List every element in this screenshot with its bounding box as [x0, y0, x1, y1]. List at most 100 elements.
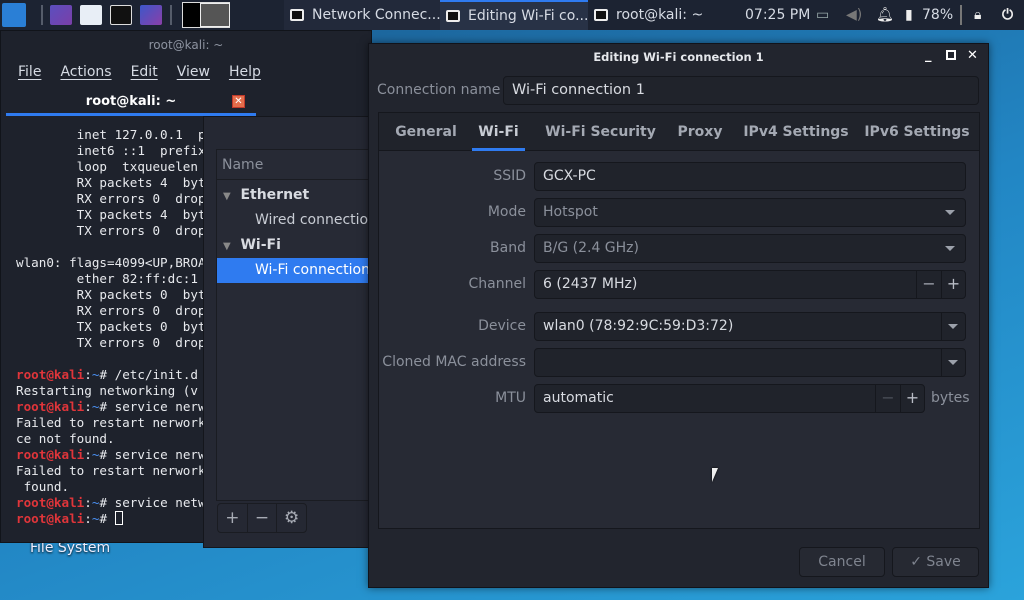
- close-tab-icon[interactable]: ✕: [232, 95, 245, 108]
- mode-label: Mode: [487, 204, 526, 220]
- volume-icon[interactable]: ◀): [846, 0, 862, 30]
- notification-bell-icon[interactable]: 🔔︎: [876, 0, 894, 30]
- kali-menu-icon[interactable]: [2, 3, 26, 27]
- chevron-down-icon: [948, 324, 958, 329]
- tab-general[interactable]: General: [389, 113, 463, 151]
- cancel-button[interactable]: Cancel: [799, 547, 885, 577]
- list-item-selected[interactable]: Wi-Fi connection 1: [217, 258, 385, 283]
- line-text: RX packets 0 bytes: [16, 287, 221, 302]
- prompt-user: root@kali: [16, 495, 85, 510]
- display-icon[interactable]: ▭: [816, 0, 829, 30]
- band-dropdown[interactable]: B/G (2.4 GHz): [534, 234, 966, 263]
- save-button[interactable]: ✓ Save: [892, 547, 979, 577]
- mode-dropdown[interactable]: Hotspot: [534, 198, 966, 227]
- menu-edit[interactable]: Edit: [131, 64, 158, 80]
- group-wifi[interactable]: ▼ Wi-Fi: [217, 233, 385, 258]
- tab-wifi-security[interactable]: Wi-Fi Security: [543, 113, 658, 151]
- separator: [41, 5, 43, 25]
- line-text: loop txqueuelen: [16, 159, 198, 174]
- line-text: TX packets 0 bytes: [16, 319, 221, 334]
- workspace-switcher[interactable]: [182, 2, 230, 28]
- tab-bar: General Wi-Fi Wi-Fi Security Proxy IPv4 …: [379, 113, 979, 151]
- chevron-down-icon: [945, 210, 955, 215]
- close-icon[interactable]: ✕: [967, 48, 978, 63]
- mtu-increment-button[interactable]: +: [900, 385, 924, 412]
- device-label: Device: [478, 318, 526, 334]
- chevron-down-icon: [948, 360, 958, 365]
- terminal-tab[interactable]: root@kali: ~: [6, 92, 256, 116]
- separator: [960, 5, 962, 25]
- task-terminal[interactable]: root@kali: ~: [588, 0, 708, 30]
- tab-proxy[interactable]: Proxy: [672, 113, 728, 151]
- band-label: Band: [490, 240, 526, 256]
- tab-ipv6-settings[interactable]: IPv6 Settings: [861, 113, 973, 151]
- task-editing-wifi[interactable]: Editing Wi-Fi co...: [440, 0, 588, 30]
- line-text: RX packets 4 bytes: [16, 175, 221, 190]
- list-toolbar: + − ⚙: [217, 503, 307, 533]
- screen-recorder-icon[interactable]: [140, 5, 162, 25]
- edit-connection-dialog: Editing Wi-Fi connection 1 _ ✕ Connectio…: [368, 43, 989, 588]
- separator: [170, 5, 172, 25]
- connection-name-input[interactable]: Wi-Fi connection 1: [503, 76, 979, 105]
- terminal-icon: [594, 9, 608, 21]
- menu-file[interactable]: File: [18, 64, 41, 80]
- line-text: /etc/init.d: [107, 367, 199, 382]
- device-combo[interactable]: wlan0 (78:92:9C:59:D3:72): [534, 312, 966, 341]
- mtu-decrement-button[interactable]: −: [875, 385, 900, 412]
- mtu-label: MTU: [495, 390, 526, 406]
- file-manager-icon[interactable]: [80, 5, 102, 25]
- channel-label: Channel: [468, 276, 526, 292]
- column-header-name[interactable]: Name: [217, 150, 385, 180]
- line-text: TX packets 4 bytes: [16, 207, 221, 222]
- group-ethernet[interactable]: ▼ Ethernet: [217, 183, 385, 208]
- ssid-label: SSID: [493, 168, 526, 184]
- battery-percent: 78%: [922, 7, 954, 23]
- clock[interactable]: 07:25 PM: [745, 0, 810, 30]
- list-item[interactable]: Wired connection 1: [217, 208, 390, 233]
- dialog-title: Editing Wi-Fi connection 1: [593, 50, 764, 64]
- line-text: Failed to restart nerwork: [16, 463, 206, 478]
- minimize-icon[interactable]: _: [925, 48, 932, 63]
- menu-view[interactable]: View: [177, 64, 210, 80]
- text-cursor: [114, 511, 123, 525]
- prompt-user: root@kali: [16, 447, 85, 462]
- prompt-user: root@kali: [16, 367, 85, 382]
- line-text: Failed to restart nerworking: [16, 415, 229, 430]
- cloned-mac-combo[interactable]: [534, 348, 966, 377]
- menu-actions[interactable]: Actions: [60, 64, 111, 80]
- line-text: TX errors 0 dropped: [16, 223, 229, 238]
- line-text: TX errors 0 dropped: [16, 335, 229, 350]
- terminal-icon[interactable]: [110, 5, 132, 25]
- lock-icon[interactable]: 🔒︎: [974, 0, 981, 30]
- network-icon: [290, 9, 304, 21]
- add-connection-button[interactable]: +: [218, 504, 248, 532]
- menu-help[interactable]: Help: [229, 64, 261, 80]
- remove-connection-button[interactable]: −: [248, 504, 278, 532]
- mtu-spinbutton[interactable]: automatic − +: [534, 384, 925, 413]
- channel-spinbutton[interactable]: 6 (2437 MHz) − +: [534, 270, 966, 299]
- cloned-mac-label: Cloned MAC address: [382, 354, 526, 370]
- taskbar: Network Connec... Editing Wi-Fi co... ro…: [0, 0, 1024, 30]
- battery-icon[interactable]: ▮: [905, 0, 913, 30]
- line-text: inet6 ::1 prefixlen: [16, 143, 229, 158]
- channel-increment-button[interactable]: +: [941, 271, 965, 298]
- line-text: [107, 511, 115, 526]
- channel-decrement-button[interactable]: −: [916, 271, 941, 298]
- connection-list[interactable]: Name ▼ Ethernet Wired connection 1 ▼ Wi-…: [216, 149, 390, 501]
- tab-wifi[interactable]: Wi-Fi: [472, 113, 525, 151]
- line-text: ether 82:ff:dc:1: [16, 271, 198, 286]
- line-text: RX errors 0 dropped: [16, 191, 229, 206]
- prompt-user: root@kali: [16, 511, 85, 526]
- task-network-connections[interactable]: Network Connec...: [284, 0, 440, 30]
- maximize-icon[interactable]: [946, 50, 956, 60]
- chevron-down-icon: [945, 246, 955, 251]
- line-text: RX errors 0 dropped: [16, 303, 229, 318]
- tab-ipv4-settings[interactable]: IPv4 Settings: [741, 113, 851, 151]
- ssid-input[interactable]: GCX-PC: [534, 162, 966, 191]
- network-icon: [446, 10, 460, 22]
- logout-icon[interactable]: ⏻: [1002, 0, 1013, 30]
- settings-gear-icon[interactable]: ⚙: [277, 504, 306, 532]
- workspace-launcher-icon[interactable]: [50, 5, 72, 25]
- line-text: ce not found.: [16, 431, 115, 446]
- line-text: Restarting networking (v: [16, 383, 198, 398]
